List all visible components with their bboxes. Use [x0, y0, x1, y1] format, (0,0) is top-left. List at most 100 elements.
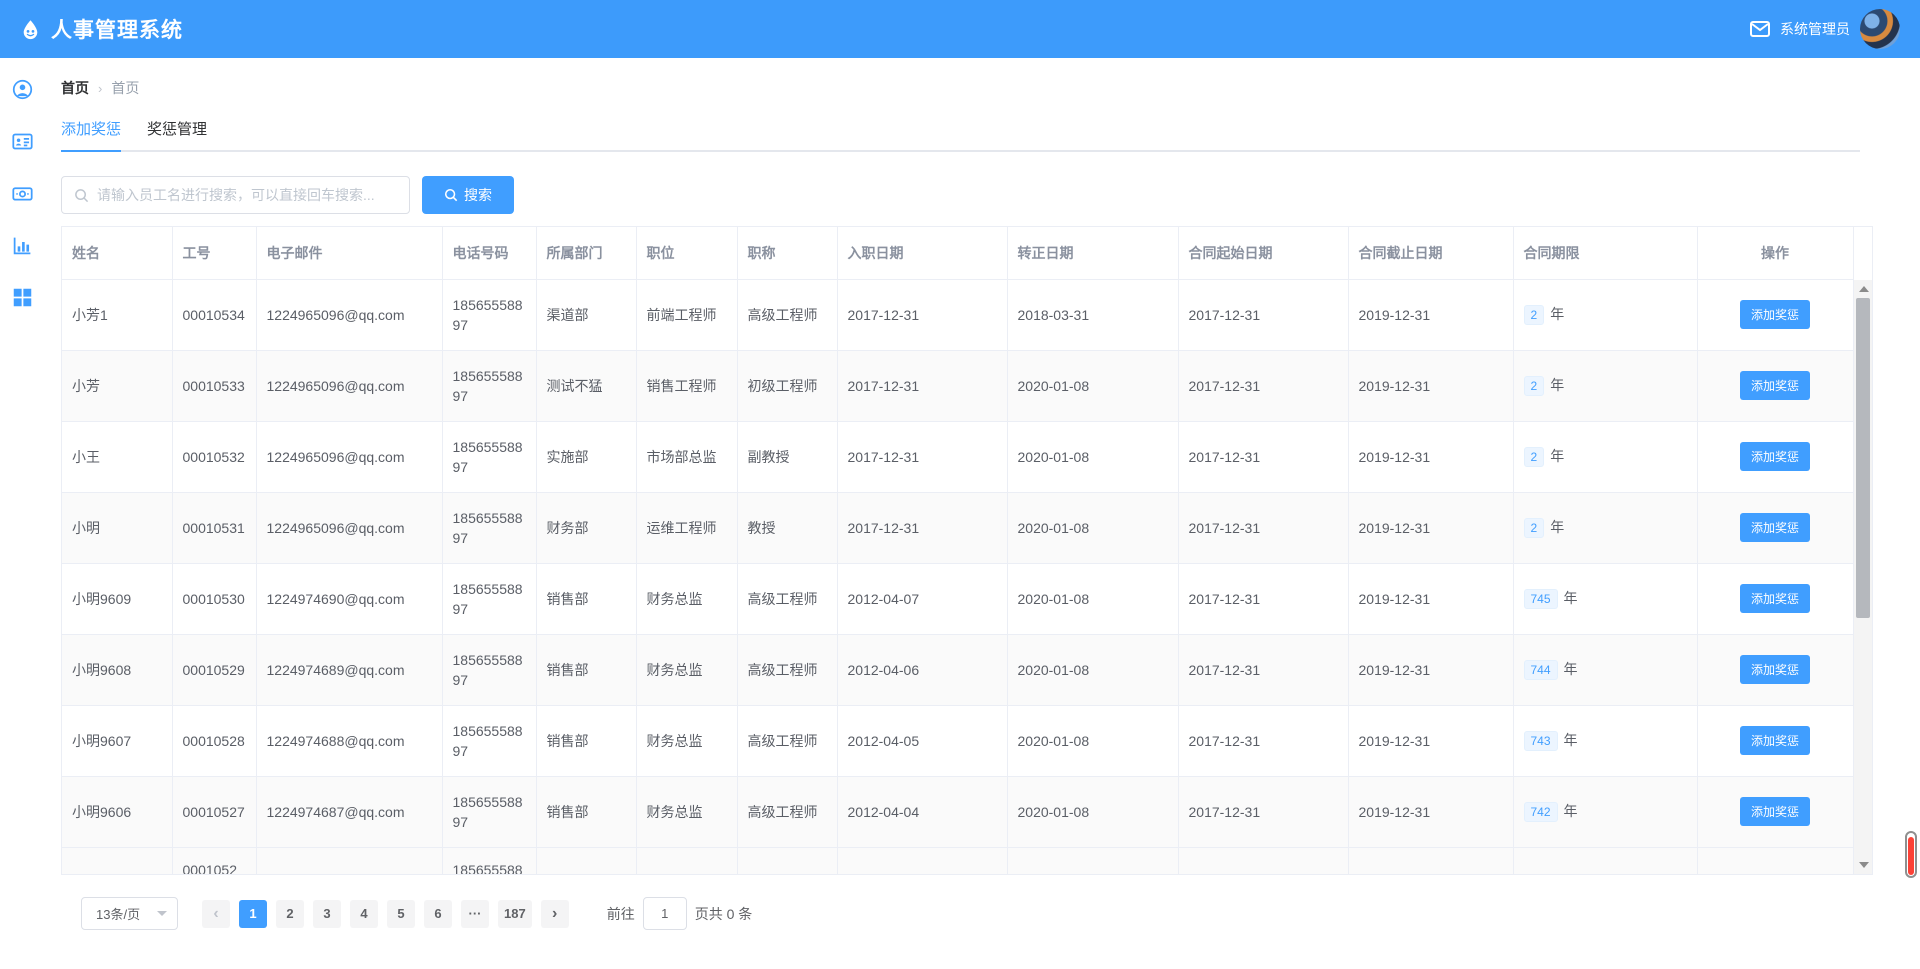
cell-position: 财务总监 — [636, 776, 737, 847]
cell-contract-end: 2019-12-31 — [1348, 350, 1513, 421]
cell-dept: 销售部 — [536, 634, 636, 705]
duration-unit: 年 — [1564, 803, 1578, 819]
search-button[interactable]: 搜索 — [422, 176, 514, 214]
table-row: 小芳 00010533 1224965096@qq.com 1856555889… — [62, 350, 1853, 421]
cell-email: 1224965096@qq.com — [256, 492, 442, 563]
duration-unit: 年 — [1550, 306, 1564, 322]
cell-name: 小明9608 — [62, 634, 172, 705]
col-phone: 电话号码 — [442, 227, 536, 279]
add-reward-button[interactable]: 添加奖惩 — [1740, 584, 1810, 613]
page-button[interactable]: 3 — [313, 900, 341, 928]
topbar: 人事管理系统 系统管理员 — [0, 0, 1920, 58]
cell-name: 小芳1 — [62, 279, 172, 350]
page-button[interactable]: 4 — [350, 900, 378, 928]
scroll-down-icon[interactable] — [1859, 862, 1869, 868]
col-position: 职位 — [636, 227, 737, 279]
cell-name: 小明9606 — [62, 776, 172, 847]
scroll-up-icon[interactable] — [1859, 286, 1869, 292]
cell-name: 小芳 — [62, 350, 172, 421]
current-user-name[interactable]: 系统管理员 — [1780, 19, 1850, 39]
cell-id: 00010534 — [172, 279, 256, 350]
add-reward-button[interactable]: 添加奖惩 — [1740, 726, 1810, 755]
duration-unit: 年 — [1550, 519, 1564, 535]
cell-action: 添加奖惩 — [1697, 279, 1853, 350]
add-reward-button[interactable]: 添加奖惩 — [1740, 371, 1810, 400]
table-row: 小明 00010531 1224965096@qq.com 1856555889… — [62, 492, 1853, 563]
page-size-value: 13条/页 — [96, 904, 140, 923]
sidebar-item-idcard[interactable] — [12, 131, 33, 152]
add-reward-button[interactable]: 添加奖惩 — [1740, 797, 1810, 826]
sidebar-item-modules[interactable] — [12, 287, 33, 308]
cell-dept: 渠道部 — [536, 279, 636, 350]
search-icon — [444, 188, 458, 202]
cell-duration: 2年 — [1513, 279, 1697, 350]
sidebar-item-statistics[interactable] — [12, 235, 33, 256]
cell-name: 小王 — [62, 421, 172, 492]
add-reward-button[interactable]: 添加奖惩 — [1740, 442, 1810, 471]
col-contract-end: 合同截止日期 — [1348, 227, 1513, 279]
add-reward-button[interactable]: 添加奖惩 — [1740, 655, 1810, 684]
goto-page-input[interactable] — [643, 897, 687, 930]
page-scrollbar-thumb[interactable] — [1908, 837, 1914, 875]
cell-title: 初级工程师 — [737, 350, 837, 421]
app-title: 人事管理系统 — [51, 14, 183, 44]
search-input[interactable] — [97, 187, 397, 203]
cell-dept: 销售部 — [536, 776, 636, 847]
page-button[interactable]: 2 — [276, 900, 304, 928]
cell-regular-date: 2018-03-31 — [1007, 279, 1178, 350]
avatar[interactable] — [1860, 9, 1900, 49]
chevron-down-icon — [157, 911, 167, 916]
cell-duration: 2年 — [1513, 492, 1697, 563]
table-scrollbar[interactable] — [1853, 280, 1872, 874]
sidebar-item-employee[interactable] — [12, 79, 33, 100]
cell-contract-start: 2017-12-31 — [1178, 563, 1348, 634]
cell-phone: 185655588 — [442, 847, 536, 875]
prev-page-button[interactable]: ‹ — [202, 900, 230, 928]
cell-name: 小明 — [62, 492, 172, 563]
breadcrumb-home[interactable]: 首页 — [61, 78, 89, 98]
next-page-button[interactable]: › — [541, 900, 569, 928]
tab-manage-reward[interactable]: 奖惩管理 — [147, 118, 207, 152]
cell-contract-end: 2019-12-31 — [1348, 563, 1513, 634]
cell-email: 1224965096@qq.com — [256, 421, 442, 492]
duration-unit: 年 — [1550, 377, 1564, 393]
cell-name: 小明9607 — [62, 705, 172, 776]
cell-title: 高级工程师 — [737, 776, 837, 847]
page-button[interactable]: ··· — [461, 900, 489, 928]
sidebar-item-salary[interactable] — [12, 183, 33, 204]
cell-id: 00010528 — [172, 705, 256, 776]
cell-contract-start: 2017-12-31 — [1178, 705, 1348, 776]
cell-phone: 18565558897 — [442, 634, 536, 705]
cell-phone: 18565558897 — [442, 350, 536, 421]
cell-regular-date: 2020-01-08 — [1007, 421, 1178, 492]
cell-position: 前端工程师 — [636, 279, 737, 350]
cell-title: 高级工程师 — [737, 634, 837, 705]
table-row: 小明9607 00010528 1224974688@qq.com 185655… — [62, 705, 1853, 776]
page-button[interactable]: 187 — [498, 900, 532, 928]
col-dept: 所属部门 — [536, 227, 636, 279]
tab-add-reward[interactable]: 添加奖惩 — [61, 118, 121, 152]
add-reward-button[interactable]: 添加奖惩 — [1740, 300, 1810, 329]
page-button[interactable]: 5 — [387, 900, 415, 928]
col-contract-start: 合同起始日期 — [1178, 227, 1348, 279]
mail-icon[interactable] — [1750, 21, 1770, 37]
cell-regular-date: 2020-01-08 — [1007, 776, 1178, 847]
table-row: 小明9606 00010527 1224974687@qq.com 185655… — [62, 776, 1853, 847]
scrollbar-thumb[interactable] — [1856, 298, 1870, 618]
cell-duration: 2年 — [1513, 350, 1697, 421]
page-button[interactable]: 6 — [424, 900, 452, 928]
cell-phone: 18565558897 — [442, 563, 536, 634]
page-button[interactable]: 1 — [239, 900, 267, 928]
cell-name: 小明9609 — [62, 563, 172, 634]
cell-regular-date: 2020-01-08 — [1007, 705, 1178, 776]
cell-contract-start: 2017-12-31 — [1178, 279, 1348, 350]
page-size-select[interactable]: 13条/页 — [81, 897, 178, 930]
cell-email: 1224974689@qq.com — [256, 634, 442, 705]
cell-duration: 743年 — [1513, 705, 1697, 776]
page-scrollbar[interactable] — [1905, 831, 1917, 878]
add-reward-button[interactable]: 添加奖惩 — [1740, 513, 1810, 542]
cell-action: 添加奖惩 — [1697, 705, 1853, 776]
cell-contract-start: 2017-12-31 — [1178, 492, 1348, 563]
search-button-label: 搜索 — [464, 185, 492, 205]
cell-id: 00010533 — [172, 350, 256, 421]
